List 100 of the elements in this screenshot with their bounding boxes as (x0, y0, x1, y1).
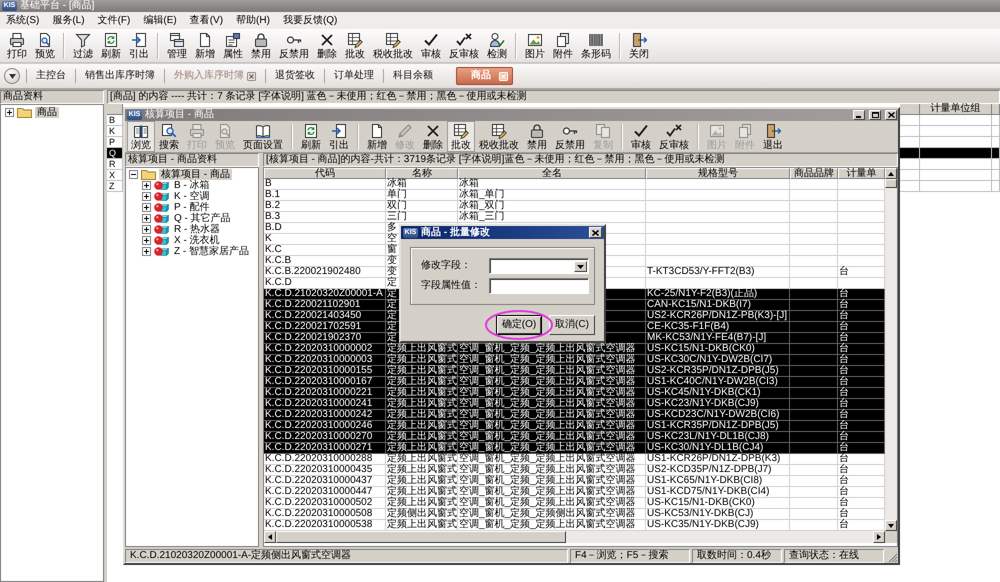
table-cell: US-KC53/N1Y-DKB(CJ) (647, 509, 754, 519)
table-cell: 定频上出风窗式 (387, 498, 457, 508)
table-cell: 空调_窗机_定频_定频上出风窗式空调器 (459, 443, 636, 453)
status-text: F4－浏览；F5－搜索 (570, 549, 690, 563)
window-title: 核算项目 - 商品 (145, 109, 214, 121)
table-cell: 冰箱_三门 (459, 212, 505, 222)
table-cell: K.C.D.220021702591 (265, 322, 362, 332)
table-cell: US-KC45/N1Y-DKB(CK1) (647, 388, 761, 398)
table-cell: 冰箱_单门 (459, 190, 505, 200)
table-cell: K.C.D.22020310000502 (265, 498, 372, 508)
table-cell: K.C.D.22020310000538 (265, 520, 372, 530)
table-cell: 台 (839, 487, 849, 497)
table-cell: 台 (839, 311, 849, 321)
table-cell: 台 (839, 443, 849, 453)
table-cell: 定频上出风窗式 (387, 399, 457, 409)
table-cell: K.C.D.220021902370 (265, 333, 362, 343)
table-cell: 空调_窗机_定频_定频上出风窗式空调器 (459, 498, 636, 508)
table-cell: 定频上出风窗式 (387, 432, 457, 442)
table-cell: P (109, 137, 116, 147)
table-cell: 空调_窗机_定频_定频上出风窗式空调器 (459, 432, 636, 442)
table-cell: 台 (839, 355, 849, 365)
table-cell: B.3 (265, 212, 280, 222)
table-cell: K.C.B (265, 256, 292, 266)
table-cell: K.C.D.22020310000508 (265, 509, 372, 519)
table-cell: R (109, 159, 116, 169)
content-info: [核算项目 - 商品]的内容-共计：3719条记录 [字体说明]蓝色－未使用；红色－禁用；黑色－使用或未检测 (263, 153, 898, 167)
table-cell: MK-KC53/N1Y-FE4(B7)-[J] (647, 333, 766, 343)
table-cell: 空调_窗机_定频_定频上出风窗式空调器 (459, 487, 636, 497)
table-cell: 定频上出风窗式 (387, 366, 457, 376)
status-text: 查询状态：在线 (784, 549, 884, 563)
table-cell: K (265, 234, 272, 244)
table-cell: K.C (265, 245, 282, 255)
table-cell: 定 (387, 322, 397, 332)
table-cell: B (265, 179, 272, 189)
table-cell: 变 (387, 267, 397, 277)
table-cell: 台 (839, 421, 849, 431)
table-cell: US-KC30C/N1Y-DW2B(CI7) (647, 355, 772, 365)
table-cell: US1-KCR26P/DN1Z-DPB(K3) (647, 454, 780, 464)
table-cell: 台 (839, 520, 849, 530)
table-cell: 空调_窗机_定频_定频上出风窗式空调器 (459, 465, 636, 475)
table-cell: 空调_窗机_定频_定频上出风窗式空调器 (459, 344, 636, 354)
table-cell: K.C.D.22020310000246 (265, 421, 372, 431)
table-cell: 定频上出风窗式 (387, 487, 457, 497)
table-cell: K.C.D.22020310000241 (265, 399, 372, 409)
table-cell: 定 (387, 289, 397, 299)
table-cell: 窗 (387, 245, 397, 255)
table-cell: US2-KCR35P/DN1Z-DPB(J5) (647, 366, 779, 376)
status-text: K.C.D.21020320Z00001-A-定频侧出风窗式空调器 (125, 549, 568, 563)
table-cell: US1-KCD75/N1Y-DKB(CI4) (647, 487, 770, 497)
table-cell: US1-KC40C/N1Y-DW2B(CI3) (647, 377, 778, 387)
table-cell: US-KCD23C/N1Y-DW2B(CI6) (647, 410, 780, 420)
table-cell: 冰箱 (459, 179, 479, 189)
table-cell: 单门 (387, 190, 407, 200)
table-cell: 定频上出风窗式 (387, 388, 457, 398)
table-cell: 空调_窗机_定频_定频上出风窗式空调器 (459, 388, 636, 398)
table-cell: US2-KCD35P/N1Z-DPB(J7) (647, 465, 772, 475)
table-cell: 台 (839, 498, 849, 508)
table-cell: US-KC15/N1-DKB(CK0) (647, 498, 755, 508)
table-cell: 定频上出风窗式 (387, 454, 457, 464)
table-cell: 双门 (387, 201, 407, 211)
table-cell: K.C.D.22020310000242 (265, 410, 372, 420)
table-cell: 定频上出风窗式 (387, 344, 457, 354)
table-cell: 台 (839, 465, 849, 475)
table-cell: 定 (387, 278, 397, 288)
table-cell: 定频上出风窗式 (387, 410, 457, 420)
table-cell: 定 (387, 311, 397, 321)
table-cell: US1-KC65/N1Y-DKB(CI8) (647, 476, 762, 486)
table-cell: 空调_窗机_定频_定频上出风窗式空调器 (459, 421, 636, 431)
table-cell: Z (109, 181, 114, 191)
table-cell: 台 (839, 399, 849, 409)
table-cell: K.C.D.220021102901 (265, 300, 360, 310)
table-cell: US1-KCR35P/DN1Z-DPB(J5) (647, 421, 779, 431)
table-cell: 三门 (387, 212, 407, 222)
table-cell: 空调_窗机_定频_定频上出风窗式空调器 (459, 454, 636, 464)
table-cell: US-KC30/N1Y-DL1B(CJ4) (647, 443, 764, 453)
table-cell: 定 (387, 333, 397, 343)
table-cell: US-KC23/N1Y-DKB(CJ9) (647, 399, 759, 409)
table-cell: 台 (839, 410, 849, 420)
table-cell: 冰箱_双门 (459, 201, 505, 211)
panel-title: 核算项目 - 商品资料 (125, 153, 259, 167)
panel-title: 商品资料 (0, 90, 104, 104)
table-cell: 定频上出风窗式 (387, 377, 457, 387)
table-cell: 台 (839, 509, 849, 519)
table-cell: 台 (839, 366, 849, 376)
table-cell: K.C.D.22020310000155 (265, 366, 372, 376)
table-cell: 空 (387, 234, 397, 244)
table-cell: K.C.D.22020310000437 (265, 476, 372, 486)
table-cell: 台 (839, 322, 849, 332)
table-cell: B (109, 115, 116, 125)
table-cell: B.2 (265, 201, 280, 211)
table-cell: US-KC15/N1-DKB(CK0) (647, 344, 755, 354)
table-cell: X (109, 170, 116, 180)
table-cell: 多 (387, 223, 397, 233)
table-cell: K.C.D.220021403450 (265, 311, 362, 321)
table-cell: K.C.D.22020310000167 (265, 377, 372, 387)
status-text: 取数时间：0.4秒 (692, 549, 782, 563)
table-cell: 台 (839, 377, 849, 387)
table-cell: 空调_窗机_定频_定频上出风窗式空调器 (459, 476, 636, 486)
table-cell: 台 (839, 454, 849, 464)
table-cell: T-KT3CD53/Y-FFT2(B3) (647, 267, 754, 277)
